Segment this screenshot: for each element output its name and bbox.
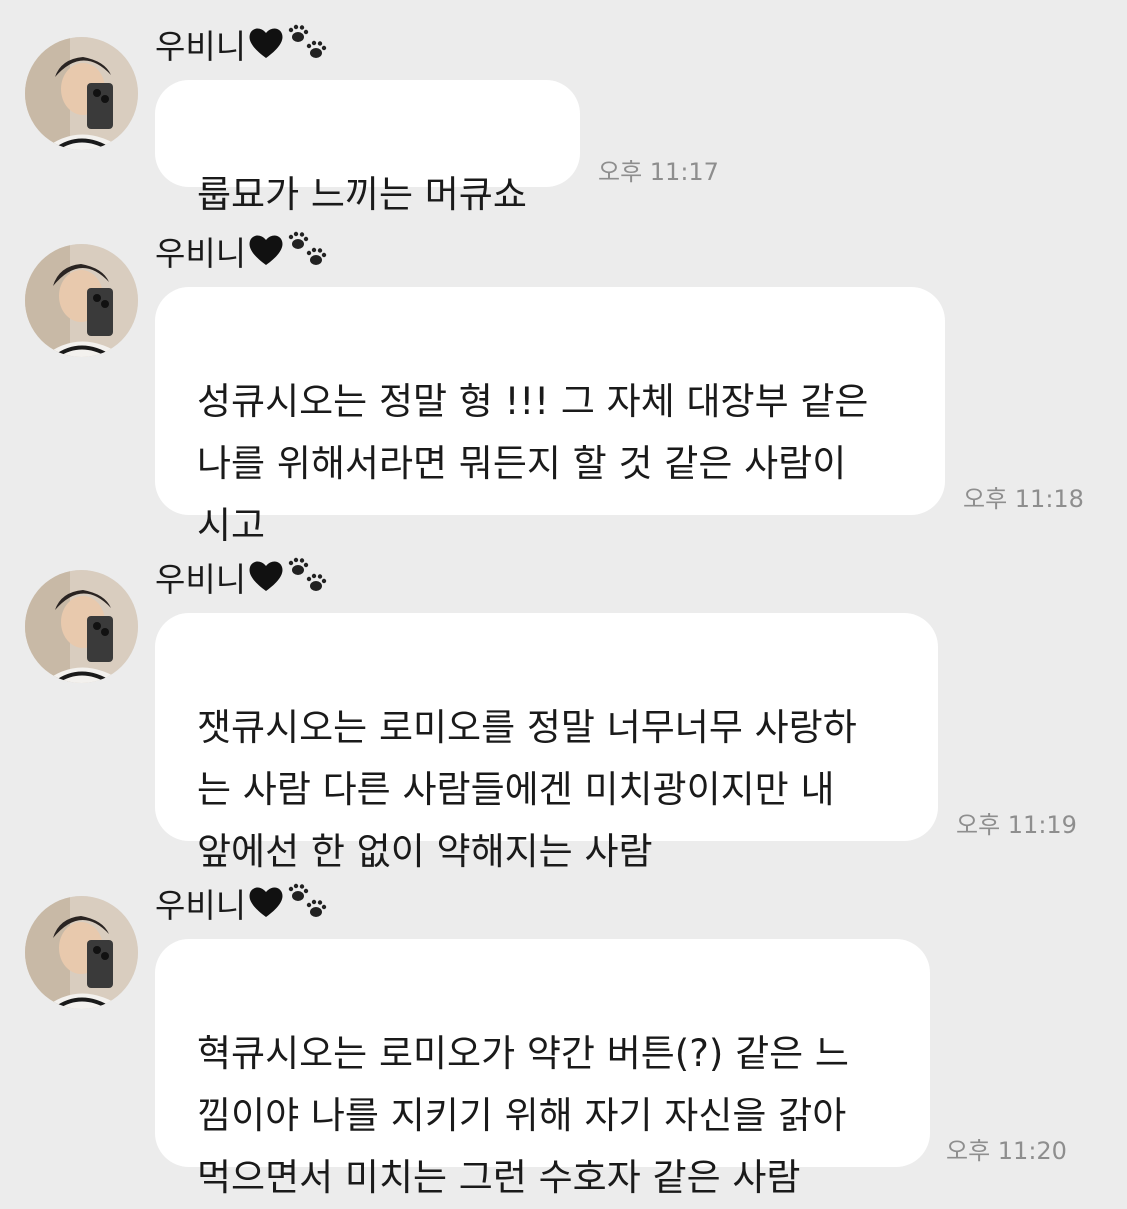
message-text: 성큐시오는 정말 형 !!! 그 자체 대장부 같은 나를 위해서라면 뭐든지 … [197,380,869,547]
message-timestamp: 오후 11:19 [956,811,1077,839]
message-text: 잿큐시오는 로미오를 정말 너무너무 사랑하 는 사람 다른 사람들에겐 미치광… [197,706,857,873]
sender-name: 우비니 [155,234,247,273]
paw-prints-icon [286,230,330,279]
avatar[interactable] [25,570,138,683]
message-timestamp: 오후 11:17 [598,158,719,186]
paw-prints-icon [286,23,330,72]
message-bubble[interactable]: 성큐시오는 정말 형 !!! 그 자체 대장부 같은 나를 위해서라면 뭐든지 … [155,287,945,547]
sender-name-row: 우비니 [155,557,330,602]
message-timestamp: 오후 11:18 [963,485,1084,513]
sender-name: 우비니 [155,560,247,599]
message-text: 룹묘가 느끼는 머큐쇼 [197,173,527,216]
sender-name: 우비니 [155,27,247,66]
avatar[interactable] [25,37,138,150]
message-timestamp: 오후 11:20 [946,1137,1067,1165]
sender-name-row: 우비니 [155,24,330,69]
message-bubble[interactable]: 잿큐시오는 로미오를 정말 너무너무 사랑하 는 사람 다른 사람들에겐 미치광… [155,613,938,873]
black-heart-icon [248,233,284,276]
avatar[interactable] [25,244,138,357]
black-heart-icon [248,26,284,69]
black-heart-icon [248,885,284,928]
sender-name-row: 우비니 [155,883,330,928]
black-heart-icon [248,559,284,602]
message-text: 혁큐시오는 로미오가 약간 버튼(?) 같은 느 낌이야 나를 지키기 위해 자… [197,1032,849,1199]
message-bubble[interactable]: 룹묘가 느끼는 머큐쇼 [155,80,580,216]
message-bubble[interactable]: 혁큐시오는 로미오가 약간 버튼(?) 같은 느 낌이야 나를 지키기 위해 자… [155,939,930,1199]
paw-prints-icon [286,882,330,931]
avatar[interactable] [25,896,138,1009]
sender-name: 우비니 [155,886,247,925]
paw-prints-icon [286,556,330,605]
sender-name-row: 우비니 [155,231,330,276]
